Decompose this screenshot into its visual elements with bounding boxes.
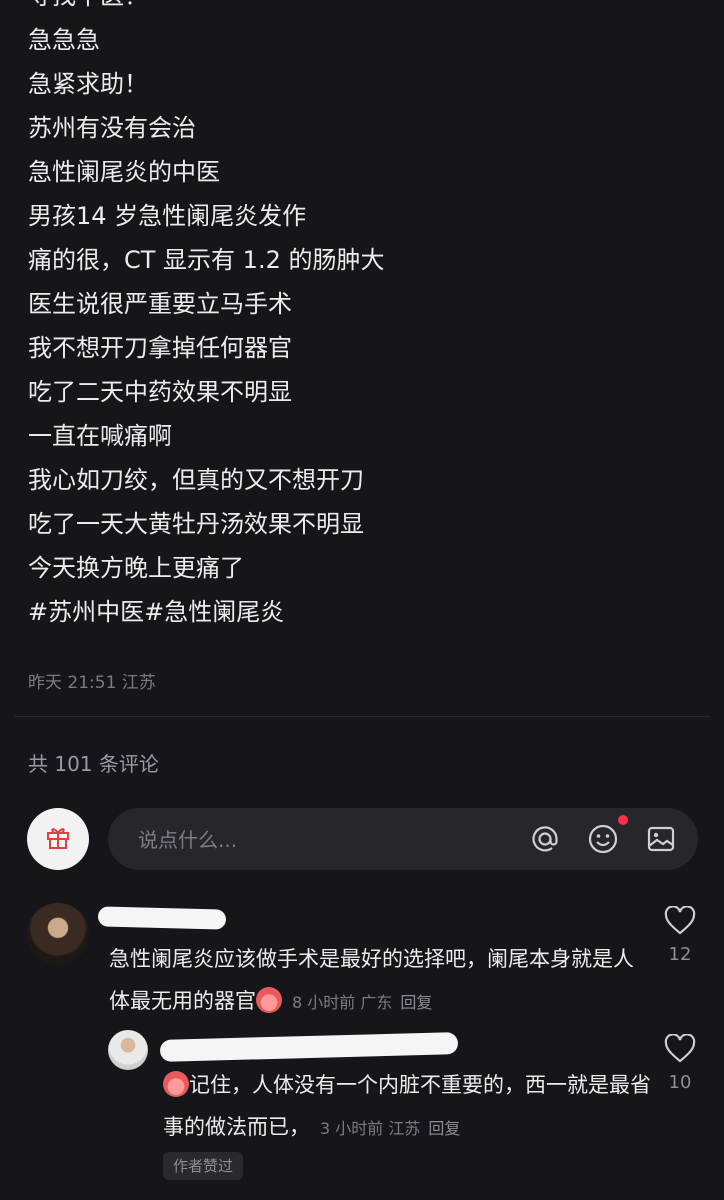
post-meta: 昨天 21:51 江苏 bbox=[28, 673, 156, 693]
redacted-username bbox=[97, 906, 227, 930]
comment-reply: 记住，人体没有一个内脏不重要的，西一就是最省事的做法而已， 3 小时前 江苏 回复 bbox=[163, 1064, 658, 1150]
at-icon[interactable] bbox=[528, 822, 562, 856]
post-line: 一直在喊痛啊 bbox=[28, 422, 172, 450]
post-line: 苏州有没有会治 bbox=[28, 114, 196, 142]
like-button[interactable]: 10 bbox=[660, 1033, 700, 1093]
like-button[interactable]: 12 bbox=[660, 905, 700, 965]
comment-input-box[interactable] bbox=[108, 808, 698, 872]
post-line: 急急急 bbox=[28, 26, 100, 54]
comment-time: 8 小时前 广东 bbox=[292, 993, 393, 1012]
post-line: 吃了一天大黄牡丹汤效果不明显 bbox=[28, 510, 364, 538]
post-line: 医生说很严重要立马手术 bbox=[28, 290, 292, 318]
post-line: 急紧求助！ bbox=[28, 70, 148, 98]
comment-input[interactable] bbox=[136, 808, 500, 872]
image-icon[interactable] bbox=[644, 822, 678, 856]
comments-count: 共 101 条评论 bbox=[28, 752, 159, 776]
post-body: 寻找中医！ 急急急 急紧求助！ 苏州有没有会治 急性阑尾炎的中医 男孩14 岁急… bbox=[28, 0, 708, 634]
post-line: 男孩14 岁急性阑尾炎发作 bbox=[28, 202, 307, 230]
comment-time: 3 小时前 江苏 bbox=[320, 1119, 421, 1138]
like-count: 10 bbox=[668, 1072, 692, 1093]
emoji-icon[interactable] bbox=[586, 822, 620, 856]
post-line: 吃了二天中药效果不明显 bbox=[28, 378, 292, 406]
post-line: 我心如刀绞，但真的又不想开刀 bbox=[28, 466, 364, 494]
gift-icon bbox=[44, 823, 72, 855]
post-line: 今天换方晚上更痛了 bbox=[28, 554, 244, 582]
author-liked-badge: 作者赞过 bbox=[163, 1152, 244, 1180]
emoji-icon bbox=[163, 1071, 189, 1097]
gift-button[interactable] bbox=[27, 808, 89, 870]
comment: 急性阑尾炎应该做手术是最好的选择吧，阑尾本身就是人体最无用的器官 8 小时前 广东… bbox=[109, 938, 654, 1024]
reply-button[interactable]: 回复 bbox=[400, 993, 432, 1012]
post-line: 我不想开刀拿掉任何器官 bbox=[28, 334, 292, 362]
post-line: 寻找中医！ bbox=[28, 0, 708, 18]
notification-dot bbox=[618, 815, 628, 825]
crying-emoji-icon bbox=[256, 987, 282, 1013]
post-line: 痛的很，CT 显示有 1.2 的肠肿大 bbox=[28, 246, 385, 274]
post-hashtags[interactable]: #苏州中医#急性阑尾炎 bbox=[28, 590, 708, 634]
post-line: 急性阑尾炎的中医 bbox=[28, 158, 220, 186]
avatar[interactable] bbox=[108, 1030, 148, 1070]
avatar[interactable] bbox=[27, 903, 89, 965]
redacted-username bbox=[159, 1032, 459, 1062]
heart-icon bbox=[664, 1033, 696, 1068]
divider bbox=[14, 716, 710, 717]
reply-button[interactable]: 回复 bbox=[428, 1119, 460, 1138]
heart-icon bbox=[664, 905, 696, 940]
like-count: 12 bbox=[668, 944, 692, 965]
